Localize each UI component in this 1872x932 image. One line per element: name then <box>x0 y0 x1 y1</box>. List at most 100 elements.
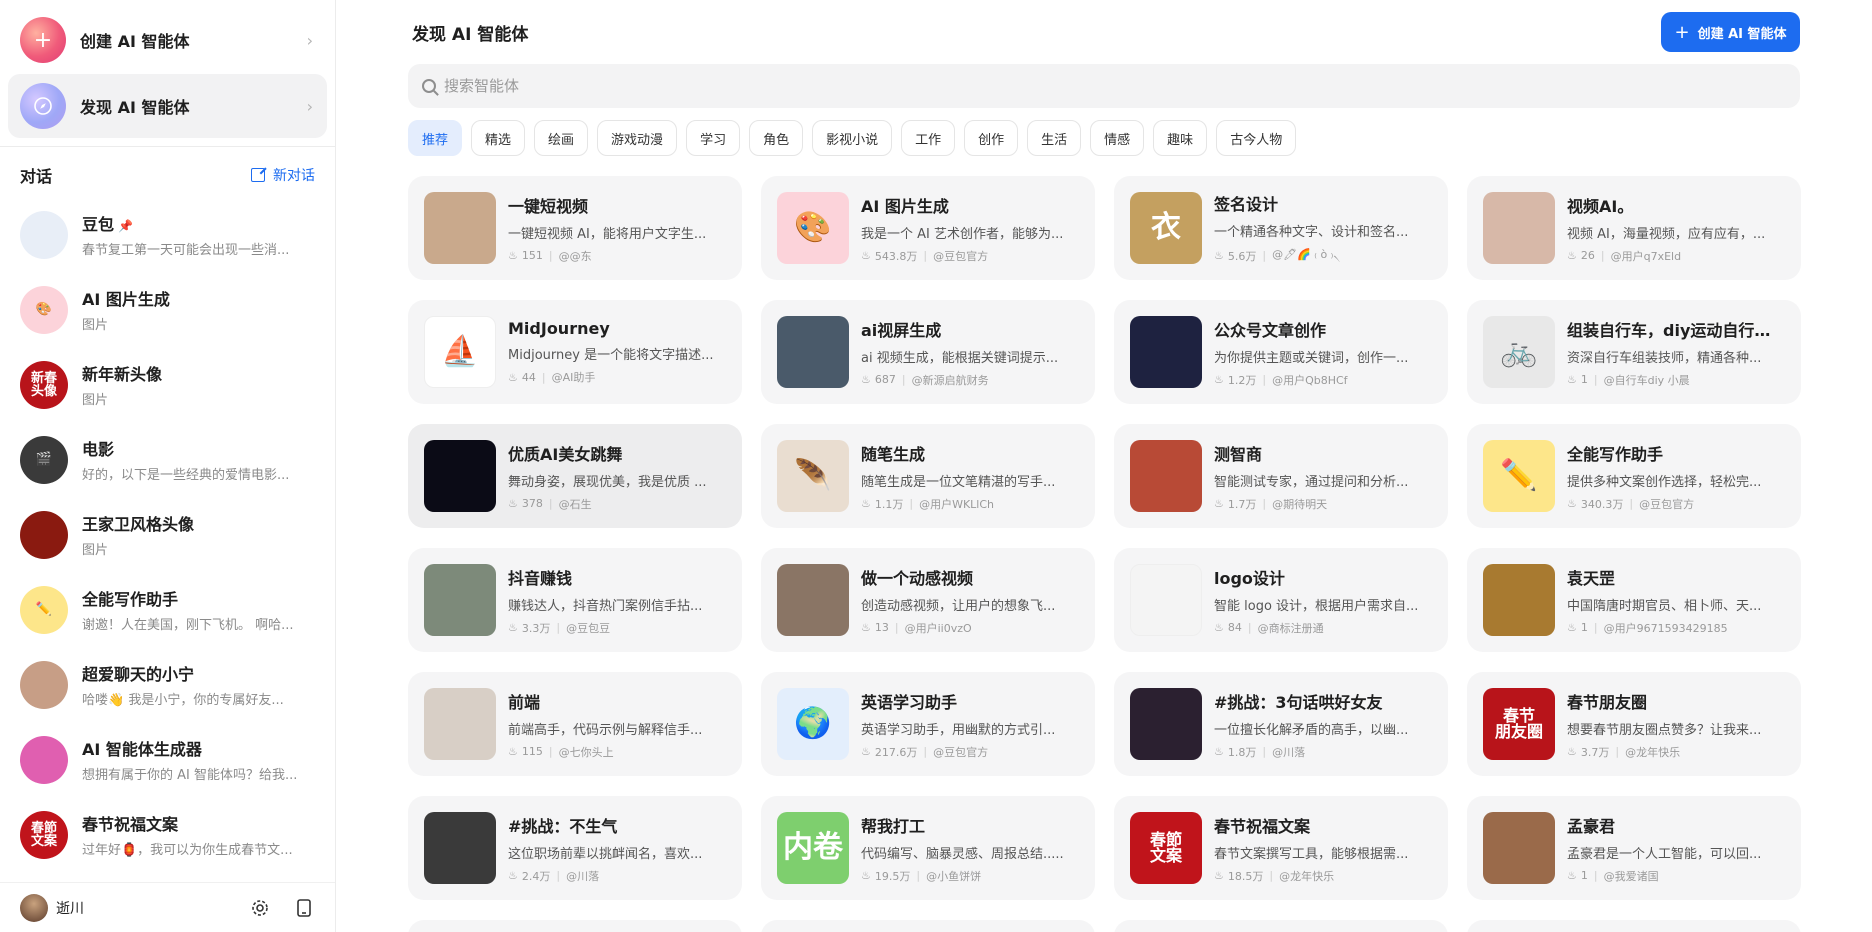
agent-card[interactable]: #挑战：3句话哄好女友 一位擅长化解矛盾的高手，以幽... ♨ 1.8万 | @… <box>1114 672 1448 776</box>
agent-card[interactable]: logo设计 智能 logo 设计，根据用户需求自... ♨ 84 | @商标注… <box>1114 548 1448 652</box>
usage-count: 2.4万 <box>521 869 551 883</box>
conversation-item[interactable]: 豆包 📌 春节复工第一天可能会出现一些消... <box>8 197 327 272</box>
agent-card[interactable]: ai视屏生成 ai 视频生成，能根据关键词提示... ♨ 687 | @新源启航… <box>761 300 1095 404</box>
agent-card[interactable]: 衣 签名设计 一个精通各种文字、设计和签名... ♨ 5.6万 | @🖊🌈 ₍ … <box>1114 176 1448 280</box>
separator: | <box>1247 621 1252 634</box>
agent-card[interactable]: 🌍 英语学习助手 英语学习助手，用幽默的方式引... ♨ 217.6万 | @豆… <box>761 672 1095 776</box>
separator: | <box>1593 869 1598 882</box>
agent-card[interactable]: 春节 朋友圈 春节朋友圈 想要春节朋友圈点赞多？让我来... ♨ 3.7万 | … <box>1467 672 1801 776</box>
tab-category[interactable]: 影视小说 <box>812 120 893 156</box>
agent-card[interactable]: 春節 文案 春节祝福文案 春节文案撰写工具，能够根据需... ♨ 18.5万 |… <box>1114 796 1448 900</box>
create-agent-button[interactable]: + 创建 AI 智能体 <box>1661 12 1800 52</box>
flame-icon: ♨ <box>861 745 871 758</box>
tab-category[interactable]: 古今人物 <box>1216 120 1297 156</box>
agent-card[interactable]: 抖音赚钱 赚钱达人，抖音热门案例信手拈... ♨ 3.3万 | @豆包豆 <box>408 548 742 652</box>
separator: | <box>548 497 553 510</box>
agent-meta: ♨ 217.6万 | @豆包官方 <box>861 744 1079 760</box>
agent-description: 春节文案撰写工具，能够根据需... <box>1214 846 1409 862</box>
author: @豆包豆 <box>566 621 611 635</box>
avatar-glyph: 🎬 <box>35 452 53 467</box>
flame-icon: ♨ <box>1567 869 1577 882</box>
usage-count: 1.2万 <box>1227 373 1257 387</box>
sidebar: + 创建 AI 智能体 › 发现 AI 智能体 › 对话 新对话 豆包 📌 春节… <box>0 0 336 932</box>
conversation-item[interactable]: 新春 头像 新年新头像 图片 <box>8 347 327 422</box>
separator: | <box>548 745 553 758</box>
agent-card[interactable]: 前端 前端高手，代码示例与解释信手... ♨ 115 | @七你头上 <box>408 672 742 776</box>
author: @用户q7xEld <box>1610 249 1682 263</box>
usage-count: 3.3万 <box>521 621 551 635</box>
tab-category[interactable]: 绘画 <box>534 120 589 156</box>
separator: | <box>1600 249 1605 262</box>
agent-image-glyph: 衣 <box>1151 210 1181 245</box>
discover-agent-nav[interactable]: 发现 AI 智能体 › <box>8 74 327 138</box>
usage-count: 19.5万 <box>874 869 911 883</box>
phone-icon[interactable] <box>293 897 315 919</box>
conversation-name: 王家卫风格头像 <box>82 511 315 535</box>
gear-icon[interactable] <box>249 897 271 919</box>
tab-category[interactable]: 创作 <box>964 120 1019 156</box>
agent-card[interactable]: ✏️ 全能写作助手 提供多种文案创作选择，轻松完... ♨ 340.3万 | @… <box>1467 424 1801 528</box>
conversation-item[interactable]: 王家卫风格头像 图片 <box>8 497 327 572</box>
conversation-preview: 哈喽👋 我是小宁，你的专属好友... <box>82 693 284 708</box>
agent-card[interactable]: 内卷 帮我打工 代码编写、脑暴灵感、周报总结..... ♨ 19.5万 | @小… <box>761 796 1095 900</box>
agent-image <box>1483 812 1555 884</box>
tab-category[interactable]: 游戏动漫 <box>597 120 678 156</box>
conversation-name: 春节祝福文案 <box>82 811 315 835</box>
author: @七你头上 <box>558 745 614 759</box>
agent-meta: ♨ 115 | @七你头上 <box>508 744 726 760</box>
agent-card[interactable]: 🎨 AI 图片生成 我是一个 AI 艺术创作者，能够为... ♨ 543.8万 … <box>761 176 1095 280</box>
avatar[interactable] <box>20 893 48 922</box>
tab-category[interactable]: 角色 <box>749 120 804 156</box>
sidebar-footer: 逝川 <box>0 882 335 932</box>
agent-card[interactable]: 🚲 组装自行车，diy运动自行车... 资深自行车组装技师，精通各种... ♨ … <box>1467 300 1801 404</box>
tab-category[interactable]: 工作 <box>901 120 956 156</box>
agent-card[interactable]: 优质AI美女跳舞 舞动身姿，展现优美，我是优质 ... ♨ 378 | @石生 <box>408 424 742 528</box>
usage-count: 340.3万 <box>1580 497 1624 511</box>
agent-title: 做一个动感视频 <box>861 568 974 588</box>
search-bar[interactable] <box>408 64 1800 108</box>
agent-image: 🎨 <box>777 192 849 264</box>
conversation-item[interactable]: AI 智能体生成器 想拥有属于你的 AI 智能体吗？给我... <box>8 722 327 797</box>
tab-category[interactable]: 趣味 <box>1153 120 1208 156</box>
agent-image-glyph: ✏️ <box>1500 458 1538 493</box>
agent-meta: ♨ 340.3万 | @豆包官方 <box>1567 496 1785 512</box>
conversation-item[interactable]: 超爱聊天的小宁 哈喽👋 我是小宁，你的专属好友... <box>8 647 327 722</box>
agent-card[interactable]: 视频AI。 视频 AI，海量视频，应有应有，... ♨ 26 | @用户q7xE… <box>1467 176 1801 280</box>
tab-category[interactable]: 精选 <box>471 120 526 156</box>
agent-card[interactable]: 孟豪君 孟豪君是一个人工智能，可以回... ♨ 1 | @我爱诸国 <box>1467 796 1801 900</box>
conversation-preview: 谢邀！人在美国，刚下飞机。 啊哈... <box>82 618 294 633</box>
conversation-list: 豆包 📌 春节复工第一天可能会出现一些消... 🎨 AI 图片生成 图片 新春 头… <box>0 197 335 882</box>
agent-card[interactable]: 🪶 随笔生成 随笔生成是一位文笔精湛的写手... ♨ 1.1万 | @用户WKL… <box>761 424 1095 528</box>
new-chat-button[interactable]: 新对话 <box>251 165 315 185</box>
conversation-name: 超爱聊天的小宁 <box>82 661 315 685</box>
agent-card[interactable]: 一键短视频 一键短视频 AI，能将用户文字生... ♨ 151 | @@东 <box>408 176 742 280</box>
flame-icon: ♨ <box>1214 621 1224 634</box>
agent-card[interactable]: 测智商 智能测试专家，通过提问和分析... ♨ 1.7万 | @期待明天 <box>1114 424 1448 528</box>
conversation-item[interactable]: 🎬 电影 好的，以下是一些经典的爱情电影... <box>8 422 327 497</box>
tab-category[interactable]: 推荐 <box>408 120 463 156</box>
agent-card[interactable]: #挑战：不生气 这位职场前辈以挑衅闻名，喜欢... ♨ 2.4万 | @川落 <box>408 796 742 900</box>
create-agent-nav[interactable]: + 创建 AI 智能体 › <box>8 8 327 72</box>
agent-meta: ♨ 1.7万 | @期待明天 <box>1214 496 1432 512</box>
flame-icon: ♨ <box>508 249 518 262</box>
conversation-item[interactable]: 🎨 AI 图片生成 图片 <box>8 272 327 347</box>
agent-meta: ♨ 13 | @用户ii0vzO <box>861 620 1079 636</box>
agent-meta: ♨ 378 | @石生 <box>508 496 726 512</box>
search-input[interactable] <box>444 77 1744 95</box>
tab-category[interactable]: 学习 <box>686 120 741 156</box>
conversation-name-text: 电影 <box>82 440 115 459</box>
agent-card[interactable]: 袁天罡 中国隋唐时期官员、相卜师、天... ♨ 1 | @用户967159342… <box>1467 548 1801 652</box>
agent-description: 赚钱达人，抖音热门案例信手拈... <box>508 598 703 614</box>
agent-card[interactable]: ⛵ MidJourney Midjourney 是一个能将文字描述... ♨ 4… <box>408 300 742 404</box>
tab-category[interactable]: 生活 <box>1027 120 1082 156</box>
agent-card[interactable]: 做一个动感视频 创造动感视频，让用户的想象飞... ♨ 13 | @用户ii0v… <box>761 548 1095 652</box>
tab-category[interactable]: 情感 <box>1090 120 1145 156</box>
conversation-name: 全能写作助手 <box>82 586 315 610</box>
agent-card[interactable]: 公众号文章创作 为你提供主题或关键词，创作一... ♨ 1.2万 | @用户Qb… <box>1114 300 1448 404</box>
user-name[interactable]: 逝川 <box>56 898 227 918</box>
conversation-item[interactable]: ✏️ 全能写作助手 谢邀！人在美国，刚下飞机。 啊哈... <box>8 572 327 647</box>
conversation-item[interactable]: 春節 文案 春节祝福文案 过年好🏮，我可以为你生成春节文... <box>8 797 327 872</box>
agent-title: 组装自行车，diy运动自行车... <box>1567 320 1785 340</box>
new-chat-label: 新对话 <box>273 168 315 184</box>
agent-image-glyph: 内卷 <box>783 830 843 865</box>
